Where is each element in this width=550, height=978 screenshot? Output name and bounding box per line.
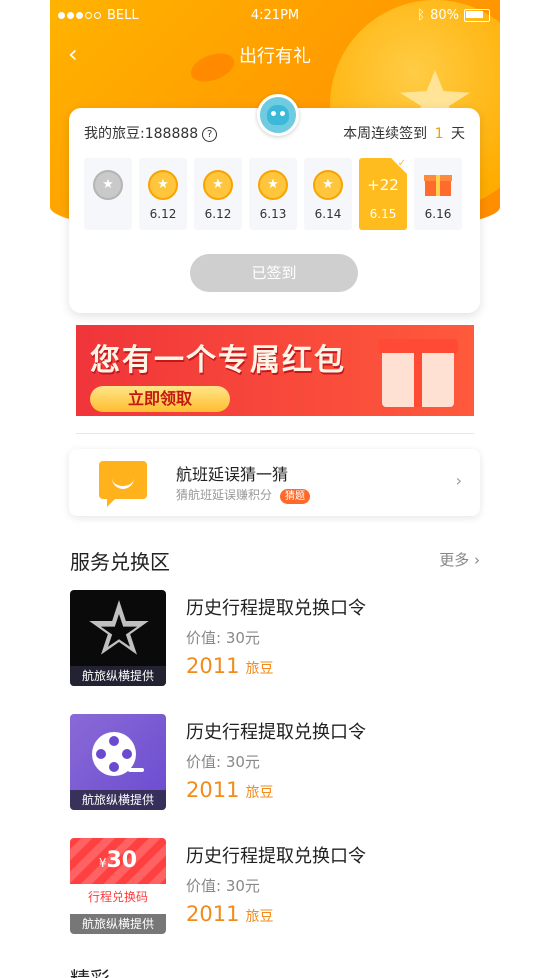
day-item: ★ 6.14 — [304, 158, 352, 230]
coin-icon: ★ — [203, 170, 233, 200]
day-item-today: ✓ +22 6.15 — [359, 158, 407, 230]
claim-button[interactable]: 立即领取 — [90, 386, 230, 412]
flight-delay-guess-card[interactable]: 航班延误猜一猜 猜航班延误赚积分 猜题 › — [69, 449, 480, 516]
day-item-gift: 6.16 — [414, 158, 462, 230]
red-packet-banner[interactable]: 您有一个专属红包 立即领取 — [76, 325, 474, 416]
guess-tag: 猜题 — [280, 489, 311, 504]
beans-balance: 我的旅豆:188888 — [84, 126, 199, 142]
coupon-icon: ¥30 — [70, 838, 166, 884]
day-label: 6.13 — [259, 207, 287, 221]
streak-days: 1 — [434, 126, 444, 142]
service-thumbnail: ¥30 行程兑换码 航旅纵横提供 — [70, 838, 166, 934]
price-amount: 2011 — [186, 902, 240, 926]
price-unit: 旅豆 — [245, 909, 274, 925]
day-item: ★ 6.12 — [194, 158, 242, 230]
battery-label: 80% — [430, 8, 459, 23]
item-title: 历史行程提取兑换口令 — [186, 722, 366, 743]
avatar[interactable] — [257, 94, 299, 136]
service-thumbnail: 航旅纵横提供 — [70, 590, 166, 686]
banner-title: 您有一个专属红包 — [90, 343, 346, 378]
price-unit: 旅豆 — [245, 785, 274, 801]
more-label: 更多 — [439, 551, 470, 569]
status-bar: BELL 4:21PM ᛒ 80% — [50, 0, 500, 32]
streak-suffix: 天 — [451, 126, 465, 142]
coin-icon: ★ — [148, 170, 178, 200]
day-label: 6.15 — [369, 207, 397, 221]
chat-icon — [99, 461, 147, 507]
checkin-days: ★ ★ 6.12 ★ 6.12 ★ 6.13 ★ 6.14 ✓ +22 6.15… — [84, 158, 462, 230]
service-item[interactable]: 航旅纵横提供 历史行程提取兑换口令 价值: 30元 2011 旅豆 — [70, 714, 480, 811]
guess-title: 航班延误猜一猜 — [176, 465, 289, 484]
item-title: 历史行程提取兑换口令 — [186, 598, 366, 619]
check-icon: ✓ — [391, 158, 407, 174]
help-icon[interactable]: ? — [202, 126, 218, 142]
day-label: 6.14 — [314, 207, 342, 221]
reward-amount: +22 — [367, 176, 399, 194]
page-title: 出行有礼 — [239, 46, 311, 67]
gift-box-icon — [378, 339, 458, 407]
chevron-right-icon: › — [455, 471, 462, 490]
thumbnail-caption: 航旅纵横提供 — [70, 914, 166, 934]
item-price: 2011 旅豆 — [186, 778, 273, 802]
guess-subtitle: 猜航班延误赚积分 猜题 — [176, 486, 311, 504]
day-item: ★ 6.12 — [139, 158, 187, 230]
bluetooth-icon: ᛒ — [417, 8, 426, 23]
day-item-missed: ★ — [84, 158, 132, 230]
service-item[interactable]: 航旅纵横提供 历史行程提取兑换口令 价值: 30元 2011 旅豆 — [70, 590, 480, 687]
day-label: 6.16 — [424, 207, 452, 221]
coin-icon: ★ — [313, 170, 343, 200]
day-label: 6.12 — [204, 207, 232, 221]
item-title: 历史行程提取兑换口令 — [186, 846, 366, 867]
gift-icon — [424, 170, 452, 196]
price-amount: 2011 — [186, 654, 240, 678]
coin-icon: ★ — [258, 170, 288, 200]
day-label: 6.12 — [149, 207, 177, 221]
price-unit: 旅豆 — [245, 661, 274, 677]
checkin-card: 我的旅豆:188888? 本周连续签到 1 天 ★ ★ 6.12 ★ 6.12 — [69, 108, 480, 313]
streak-info: 本周连续签到 1 天 — [343, 123, 465, 143]
item-value: 价值: 30元 — [186, 629, 260, 647]
section-title: 服务兑换区 — [70, 550, 170, 574]
service-item[interactable]: ¥30 行程兑换码 航旅纵横提供 历史行程提取兑换口令 价值: 30元 2011… — [70, 838, 480, 935]
streak-prefix: 本周连续签到 — [343, 126, 428, 142]
thumbnail-caption: 航旅纵横提供 — [70, 790, 166, 810]
item-price: 2011 旅豆 — [186, 902, 273, 926]
coupon-subtitle: 行程兑换码 — [87, 890, 148, 904]
chevron-right-icon: › — [474, 551, 480, 569]
signed-in-button[interactable]: 已签到 — [190, 254, 358, 292]
app-screen: BELL 4:21PM ᛒ 80% ‹ 出行有礼 我的旅豆:188888? 本周… — [50, 0, 500, 978]
coupon-amount: 30 — [106, 848, 138, 873]
item-value: 价值: 30元 — [186, 877, 260, 895]
thumbnail-caption: 航旅纵横提供 — [70, 666, 166, 686]
coupon-currency: ¥ — [98, 856, 107, 870]
next-section-title: 精彩 — [70, 963, 110, 978]
guess-subtitle-text: 猜航班延误赚积分 — [176, 488, 273, 502]
nav-bar: ‹ 出行有礼 — [50, 36, 500, 72]
battery-icon — [464, 9, 490, 22]
item-price: 2011 旅豆 — [186, 654, 273, 678]
service-thumbnail: 航旅纵横提供 — [70, 714, 166, 810]
price-amount: 2011 — [186, 778, 240, 802]
item-value: 价值: 30元 — [186, 753, 260, 771]
divider — [76, 433, 474, 434]
day-item: ★ 6.13 — [249, 158, 297, 230]
more-link[interactable]: 更多 › — [439, 549, 480, 570]
grey-coin-icon: ★ — [93, 170, 123, 200]
